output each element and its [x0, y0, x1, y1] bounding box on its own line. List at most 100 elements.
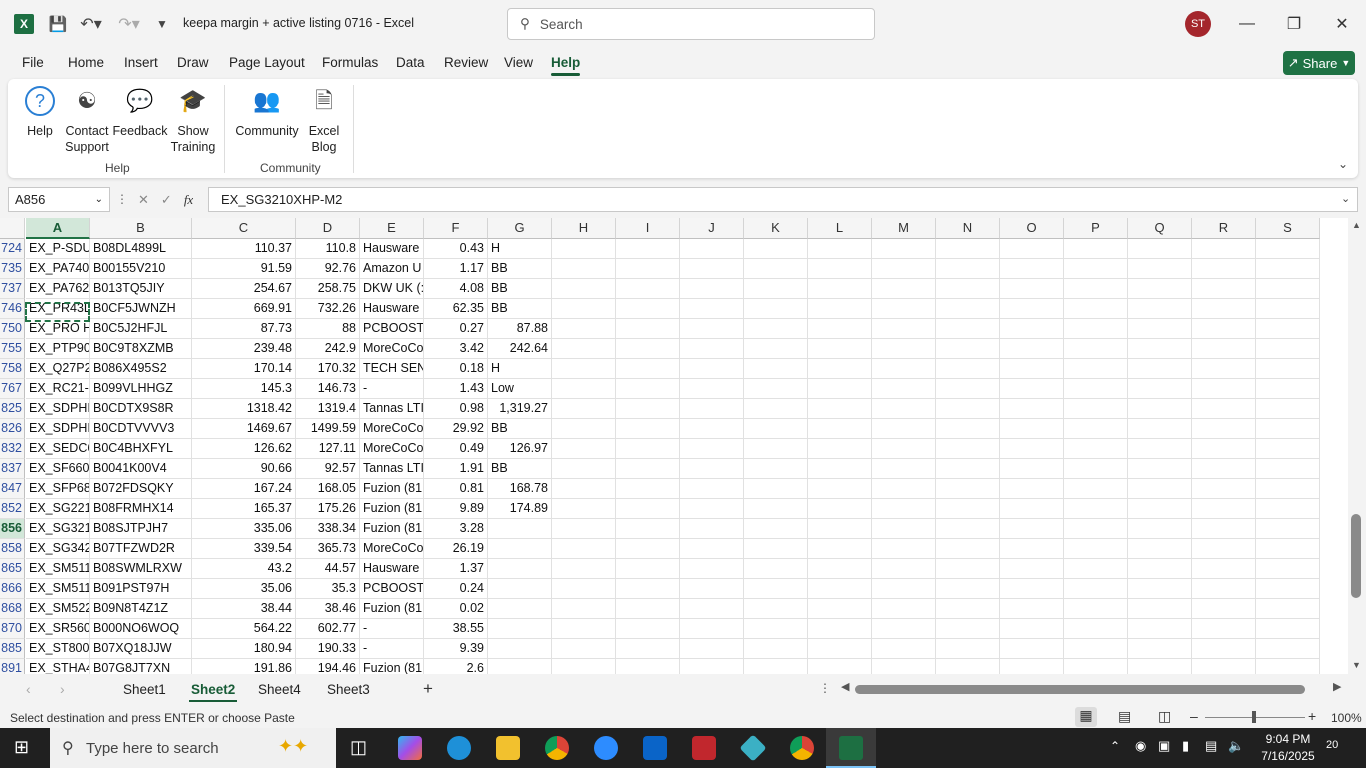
cell-empty[interactable] — [1000, 359, 1064, 379]
cell-g[interactable]: 126.97 — [488, 439, 552, 459]
volume-icon[interactable]: 🔈 — [1228, 738, 1244, 754]
spreadsheet-grid[interactable]: A B C D E F G H I J K L M N O P Q R S 724 EX_P-SDU B08DL4899L… — [0, 218, 1348, 674]
cell-f[interactable]: 0.43 — [424, 239, 488, 259]
cell-d[interactable]: 92.76 — [296, 259, 360, 279]
cell-empty[interactable] — [936, 499, 1000, 519]
cell-d[interactable]: 88 — [296, 319, 360, 339]
cell-a[interactable]: EX_STHA4 — [26, 659, 90, 674]
cell-empty[interactable] — [680, 659, 744, 674]
cell-empty[interactable] — [1000, 439, 1064, 459]
cell-empty[interactable] — [872, 279, 936, 299]
cell-empty[interactable] — [552, 479, 616, 499]
cell-empty[interactable] — [808, 379, 872, 399]
zoom-in-icon[interactable]: + — [1308, 708, 1316, 724]
cell-d[interactable]: 258.75 — [296, 279, 360, 299]
cell-g[interactable]: BB — [488, 419, 552, 439]
cell-c[interactable]: 180.94 — [192, 639, 296, 659]
cell-empty[interactable] — [552, 239, 616, 259]
tab-file[interactable]: File — [22, 55, 44, 70]
cell-empty[interactable] — [1256, 499, 1320, 519]
cell-empty[interactable] — [616, 459, 680, 479]
cell-empty[interactable] — [744, 319, 808, 339]
cell-e[interactable]: - — [360, 619, 424, 639]
cell-empty[interactable] — [552, 339, 616, 359]
cell-empty[interactable] — [552, 539, 616, 559]
zoom-app-icon[interactable] — [594, 736, 618, 760]
cell-g[interactable] — [488, 639, 552, 659]
cell-empty[interactable] — [744, 599, 808, 619]
column-header-f[interactable]: F — [424, 218, 488, 239]
cell-c[interactable]: 91.59 — [192, 259, 296, 279]
cell-empty[interactable] — [1128, 559, 1192, 579]
cell-empty[interactable] — [680, 319, 744, 339]
cell-empty[interactable] — [1128, 619, 1192, 639]
cell-d[interactable]: 602.77 — [296, 619, 360, 639]
row-header[interactable]: 866 — [0, 579, 25, 599]
cell-g[interactable]: BB — [488, 299, 552, 319]
cell-a[interactable]: EX_SF660 — [26, 459, 90, 479]
cell-empty[interactable] — [808, 539, 872, 559]
column-header-k[interactable]: K — [744, 218, 808, 239]
cell-empty[interactable] — [552, 359, 616, 379]
cell-e[interactable]: PCBOOST — [360, 319, 424, 339]
show-hidden-icons[interactable]: ⌃ — [1110, 739, 1120, 753]
vertical-scroll-thumb[interactable] — [1351, 514, 1361, 598]
cell-empty[interactable] — [1064, 599, 1128, 619]
row-header[interactable]: 852 — [0, 499, 25, 519]
cell-b[interactable]: B0C5J2HFJL — [90, 319, 192, 339]
cell-empty[interactable] — [680, 339, 744, 359]
cell-empty[interactable] — [616, 579, 680, 599]
cell-g[interactable]: H — [488, 359, 552, 379]
cell-g[interactable]: BB — [488, 279, 552, 299]
cell-d[interactable]: 170.32 — [296, 359, 360, 379]
cell-empty[interactable] — [744, 279, 808, 299]
tab-review[interactable]: Review — [444, 55, 488, 70]
zoom-out-icon[interactable]: – — [1190, 708, 1198, 724]
cell-empty[interactable] — [936, 579, 1000, 599]
cell-g[interactable]: 168.78 — [488, 479, 552, 499]
row-header[interactable]: 865 — [0, 559, 25, 579]
cell-empty[interactable] — [552, 659, 616, 674]
cell-empty[interactable] — [680, 559, 744, 579]
cell-c[interactable]: 43.2 — [192, 559, 296, 579]
cell-empty[interactable] — [936, 259, 1000, 279]
cell-empty[interactable] — [1000, 279, 1064, 299]
cell-empty[interactable] — [936, 319, 1000, 339]
cell-empty[interactable] — [1064, 239, 1128, 259]
meet-icon[interactable]: ◉ — [1135, 738, 1146, 754]
cell-a[interactable]: EX_SDPHI — [26, 399, 90, 419]
cell-empty[interactable] — [1256, 279, 1320, 299]
cell-b[interactable]: B08SWMLRXW — [90, 559, 192, 579]
column-header-o[interactable]: O — [1000, 218, 1064, 239]
cell-f[interactable]: 62.35 — [424, 299, 488, 319]
cell-empty[interactable] — [872, 299, 936, 319]
cell-empty[interactable] — [552, 439, 616, 459]
cell-b[interactable]: B099VLHHGZ — [90, 379, 192, 399]
row-header[interactable]: 868 — [0, 599, 25, 619]
cell-empty[interactable] — [1128, 439, 1192, 459]
cell-empty[interactable] — [744, 419, 808, 439]
cell-a[interactable]: EX_RC21-0 — [26, 379, 90, 399]
cell-d[interactable]: 92.57 — [296, 459, 360, 479]
cell-g[interactable]: 1,319.27 — [488, 399, 552, 419]
scroll-right-icon[interactable]: ▶ — [1333, 680, 1341, 693]
scroll-up-icon[interactable]: ▲ — [1352, 220, 1361, 230]
cell-a[interactable]: EX_PA762 — [26, 279, 90, 299]
filezilla-icon[interactable] — [692, 736, 716, 760]
row-header[interactable]: 767 — [0, 379, 25, 399]
cell-empty[interactable] — [872, 239, 936, 259]
cell-c[interactable]: 335.06 — [192, 519, 296, 539]
column-header-c[interactable]: C — [192, 218, 296, 239]
cell-empty[interactable] — [872, 379, 936, 399]
cell-empty[interactable] — [1000, 539, 1064, 559]
cell-empty[interactable] — [1192, 559, 1256, 579]
cell-a[interactable]: EX_SG221 — [26, 499, 90, 519]
cell-empty[interactable] — [552, 499, 616, 519]
cell-empty[interactable] — [808, 359, 872, 379]
cell-d[interactable]: 190.33 — [296, 639, 360, 659]
cell-empty[interactable] — [1128, 579, 1192, 599]
close-icon[interactable]: ✕ — [1327, 10, 1357, 38]
cell-empty[interactable] — [1128, 339, 1192, 359]
cell-empty[interactable] — [936, 519, 1000, 539]
cell-b[interactable]: B07XQ18JJW — [90, 639, 192, 659]
